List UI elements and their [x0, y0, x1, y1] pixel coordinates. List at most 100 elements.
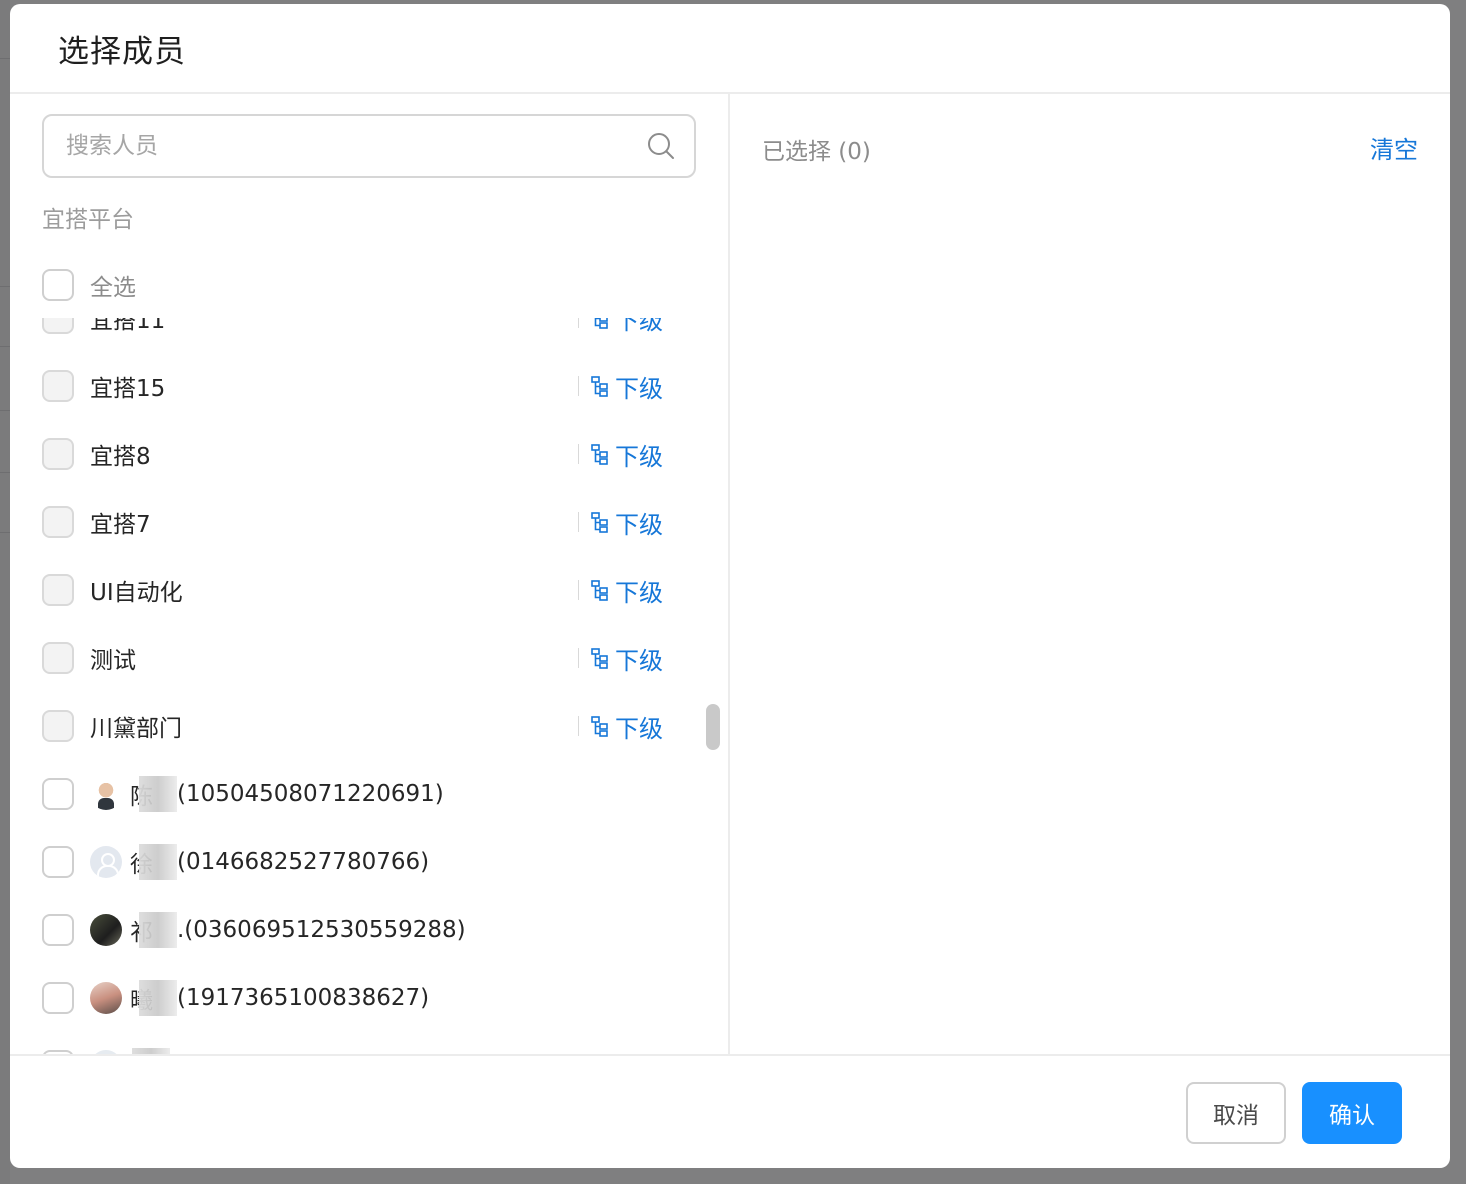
- subordinate-label: 下级: [615, 578, 663, 607]
- clear-button[interactable]: 清空: [1370, 130, 1418, 165]
- page-backdrop: [0, 0, 10, 1184]
- member-picker-pane: 宜搭平台 全选 宜搭11 下级 宜搭15: [10, 94, 730, 1056]
- default-user-icon: [90, 846, 122, 878]
- subordinate-label: 下级: [615, 374, 663, 403]
- member-id: (10504508071220691): [177, 781, 444, 807]
- divider: [578, 648, 579, 668]
- backdrop-divider: [0, 346, 10, 347]
- search-icon[interactable]: [646, 131, 676, 161]
- member-list[interactable]: 宜搭11 下级 宜搭15 下级 宜搭8 下级 宜搭7 下级 UI自动化 下级 测…: [10, 318, 726, 1056]
- select-all-label: 全选: [90, 275, 136, 301]
- subordinate-button[interactable]: 下级: [578, 624, 663, 692]
- select-all-row[interactable]: 全选: [42, 268, 136, 302]
- department-row[interactable]: 宜搭15 下级: [10, 352, 700, 420]
- divider: [578, 376, 579, 396]
- member-row[interactable]: [10, 1032, 700, 1056]
- department-row[interactable]: 宜搭8 下级: [10, 420, 700, 488]
- org-tree-icon: [591, 444, 608, 465]
- subordinate-label: 下级: [615, 714, 663, 743]
- backdrop-divider: [0, 532, 10, 533]
- selected-count: 已选择 (0): [762, 139, 871, 165]
- subordinate-button[interactable]: 下级: [578, 488, 663, 556]
- member-row[interactable]: 陈(10504508071220691): [10, 760, 700, 828]
- cancel-button[interactable]: 取消: [1186, 1082, 1286, 1144]
- department-checkbox[interactable]: [42, 710, 74, 742]
- backdrop-divider: [0, 410, 10, 411]
- org-tree-icon: [591, 716, 608, 737]
- member-id: .(036069512530559288): [177, 917, 466, 943]
- divider: [578, 512, 579, 532]
- org-tree-icon: [591, 580, 608, 601]
- org-breadcrumb[interactable]: 宜搭平台: [42, 200, 134, 234]
- department-checkbox[interactable]: [42, 642, 74, 674]
- search-field[interactable]: [42, 114, 696, 178]
- org-tree-icon: [594, 318, 608, 329]
- department-checkbox[interactable]: [42, 574, 74, 606]
- department-row[interactable]: 测试 下级: [10, 624, 700, 692]
- member-row[interactable]: 祁.(036069512530559288): [10, 896, 700, 964]
- avatar: [90, 778, 122, 810]
- subordinate-button[interactable]: 下级: [578, 318, 663, 352]
- subordinate-button[interactable]: 下级: [578, 692, 663, 760]
- member-id: (1917365100838627): [177, 985, 430, 1011]
- backdrop-divider: [0, 286, 10, 287]
- department-name: 川黛部门: [90, 716, 182, 742]
- department-checkbox[interactable]: [42, 318, 74, 334]
- department-name: UI自动化: [90, 580, 183, 606]
- department-name: 宜搭11: [90, 318, 166, 334]
- member-checkbox[interactable]: [42, 846, 74, 878]
- department-row[interactable]: 川黛部门 下级: [10, 692, 700, 760]
- divider: [578, 318, 579, 328]
- department-name: 测试: [90, 648, 136, 674]
- member-checkbox[interactable]: [42, 982, 74, 1014]
- member-name: 祁.(036069512530559288): [130, 912, 466, 948]
- selected-pane: 已选择 (0) 清空: [730, 94, 1450, 1056]
- department-checkbox[interactable]: [42, 438, 74, 470]
- member-row[interactable]: 徐(0146682527780766): [10, 828, 700, 896]
- member-name: 陈(10504508071220691): [130, 776, 444, 812]
- member-id: (0146682527780766): [177, 849, 430, 875]
- subordinate-label: 下级: [615, 646, 663, 675]
- divider: [578, 444, 579, 464]
- privacy-blur: [139, 980, 177, 1016]
- member-name: 徐(0146682527780766): [130, 844, 429, 880]
- department-row[interactable]: 宜搭7 下级: [10, 488, 700, 556]
- department-row[interactable]: UI自动化 下级: [10, 556, 700, 624]
- department-checkbox[interactable]: [42, 370, 74, 402]
- backdrop-divider: [0, 58, 10, 59]
- search-input[interactable]: [66, 116, 626, 176]
- confirm-button[interactable]: 确认: [1302, 1082, 1402, 1144]
- subordinate-button[interactable]: 下级: [578, 352, 663, 420]
- department-row[interactable]: 宜搭11 下级: [10, 318, 700, 352]
- scrollbar-thumb[interactable]: [706, 704, 720, 750]
- subordinate-label: 下级: [615, 318, 663, 335]
- privacy-blur: [139, 912, 177, 948]
- department-checkbox[interactable]: [42, 506, 74, 538]
- dialog-header: 选择成员: [10, 4, 1450, 94]
- select-all-checkbox[interactable]: [42, 269, 74, 301]
- divider: [578, 716, 579, 736]
- dialog-title: 选择成员: [58, 34, 186, 70]
- subordinate-label: 下级: [615, 442, 663, 471]
- backdrop-divider: [0, 472, 10, 473]
- dialog-footer: 取消 确认: [10, 1054, 1450, 1168]
- avatar: [90, 982, 122, 1014]
- subordinate-button[interactable]: 下级: [578, 556, 663, 624]
- subordinate-label: 下级: [615, 510, 663, 539]
- member-checkbox[interactable]: [42, 914, 74, 946]
- divider: [578, 580, 579, 600]
- department-name: 宜搭8: [90, 444, 151, 470]
- member-checkbox[interactable]: [42, 778, 74, 810]
- privacy-blur: [139, 844, 177, 880]
- avatar: [90, 914, 122, 946]
- department-name: 宜搭7: [90, 512, 151, 538]
- department-name: 宜搭15: [90, 376, 166, 402]
- subordinate-button[interactable]: 下级: [578, 420, 663, 488]
- member-select-dialog: 选择成员 宜搭平台 全选 宜搭11: [10, 4, 1450, 1168]
- member-row[interactable]: 曦(1917365100838627): [10, 964, 700, 1032]
- org-tree-icon: [591, 376, 608, 397]
- member-list-content: 宜搭11 下级 宜搭15 下级 宜搭8 下级 宜搭7 下级 UI自动化 下级 测…: [10, 318, 700, 1056]
- org-tree-icon: [591, 512, 608, 533]
- org-tree-icon: [591, 648, 608, 669]
- member-name: 曦(1917365100838627): [130, 980, 429, 1016]
